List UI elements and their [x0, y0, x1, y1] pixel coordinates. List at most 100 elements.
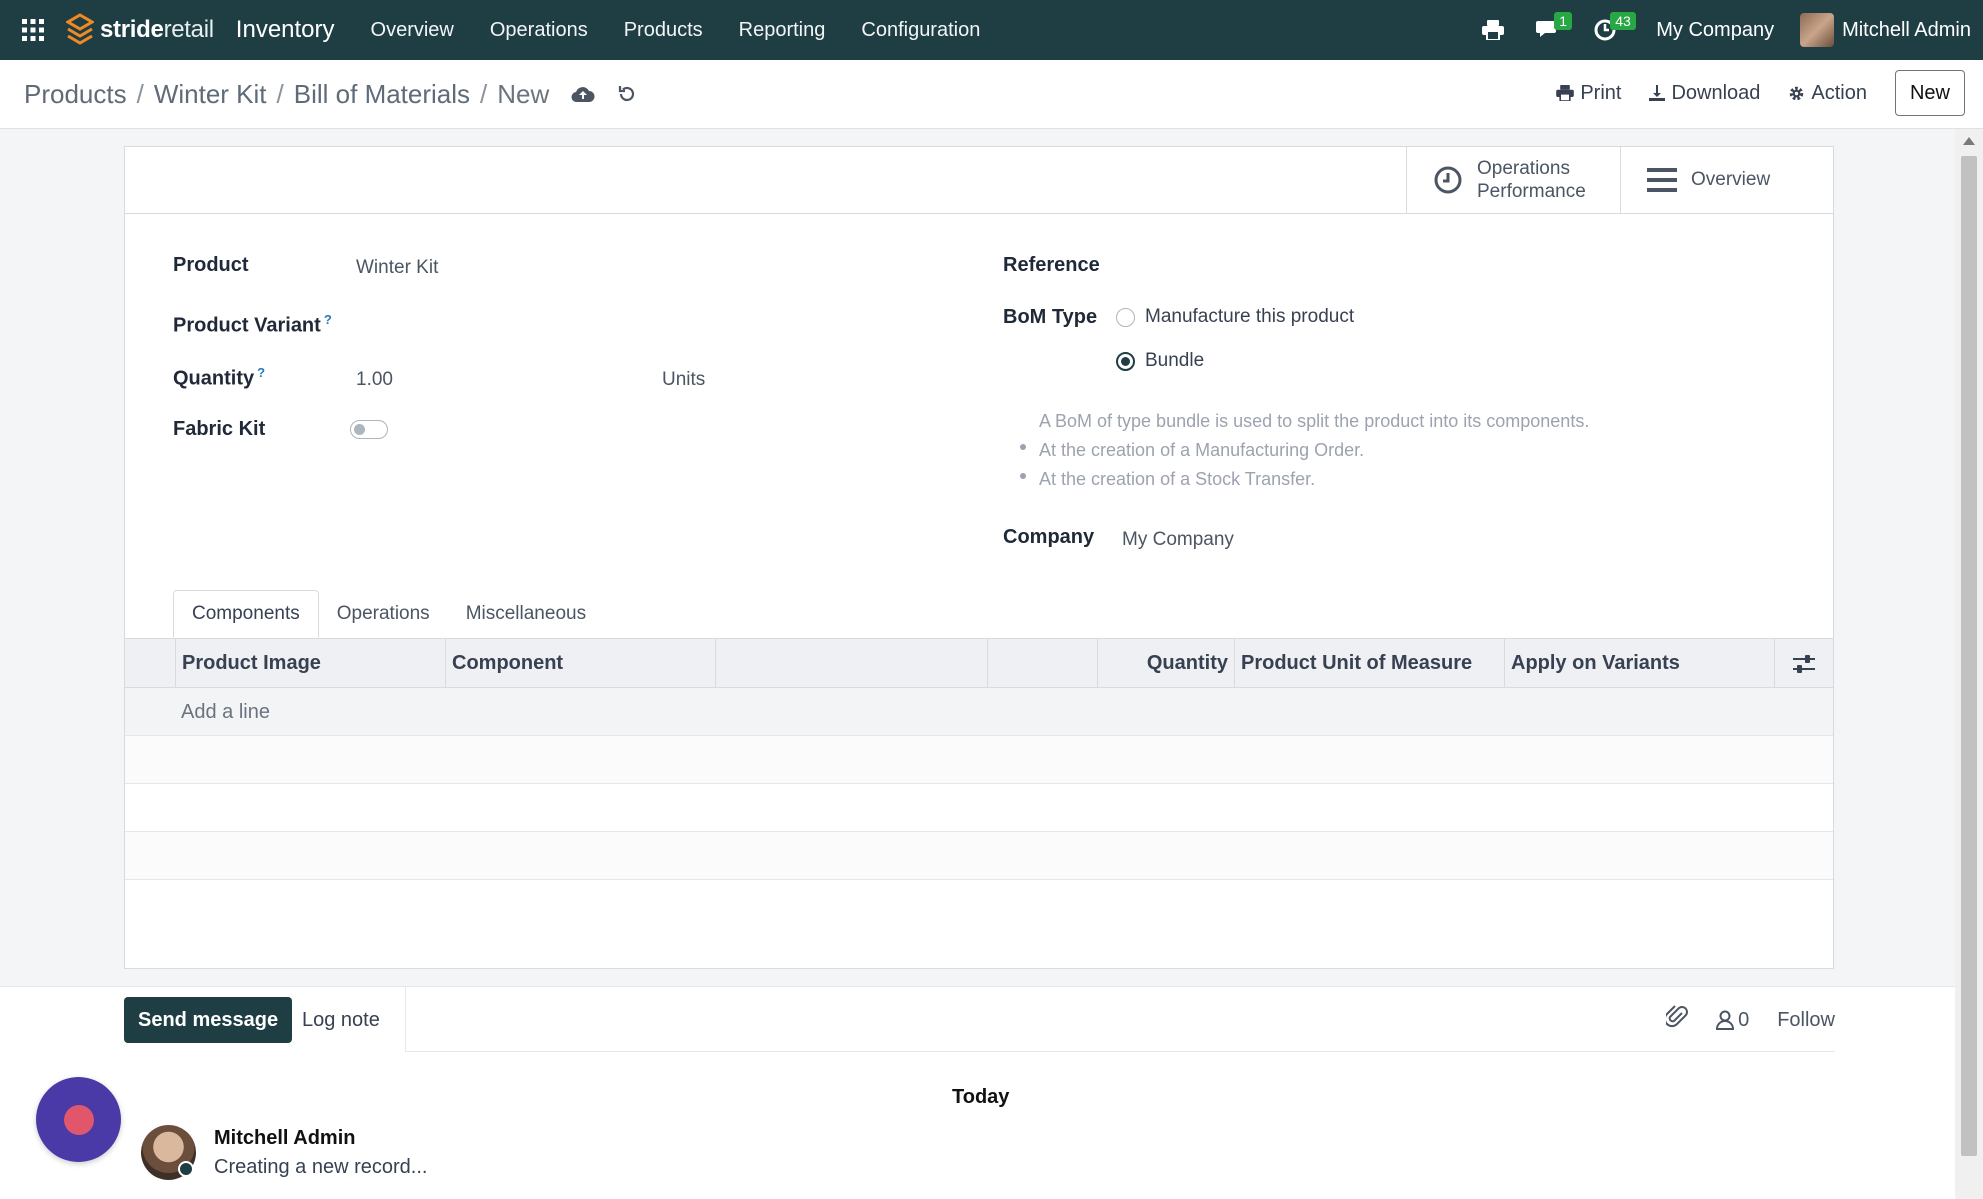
reference-field[interactable] [1115, 251, 1795, 279]
scroll-up-icon[interactable] [1963, 137, 1975, 145]
bom-type-bundle-radio[interactable] [1116, 352, 1135, 371]
message-body: Creating a new record... [214, 1156, 428, 1178]
tab-components[interactable]: Components [173, 590, 319, 638]
column-unit-of-measure[interactable]: Product Unit of Measure [1234, 639, 1504, 688]
bom-type-bundle-label[interactable]: Bundle [1145, 350, 1204, 372]
logo-mark-icon [66, 13, 94, 45]
menu-overview[interactable]: Overview [371, 19, 454, 42]
message-author[interactable]: Mitchell Admin [214, 1127, 355, 1150]
breadcrumb-winter-kit[interactable]: Winter Kit [154, 79, 267, 110]
table-header: Product Image Component Quantity Product… [125, 639, 1833, 688]
bundle-help-point: At the creation of a Manufacturing Order… [1039, 440, 1365, 460]
top-navbar: strideretail Inventory Overview Operatio… [0, 0, 1983, 60]
record-icon [63, 1104, 94, 1135]
reference-label: Reference [1003, 254, 1100, 276]
column-blank[interactable] [715, 639, 987, 688]
user-menu[interactable]: Mitchell Admin [1800, 13, 1971, 47]
scrollbar[interactable] [1955, 129, 1983, 1199]
table-row [125, 784, 1833, 832]
chatter: Send message Log note 0 Follow Today Mit… [0, 986, 1955, 1199]
table-row: Add a line [125, 688, 1833, 736]
record-button[interactable] [36, 1077, 121, 1162]
bullet [1020, 444, 1026, 450]
follow-button[interactable]: Follow [1777, 1009, 1835, 1032]
brand-logo[interactable]: strideretail [66, 13, 214, 47]
followers-count: 0 [1738, 1008, 1750, 1031]
help-icon[interactable]: ? [257, 365, 265, 380]
divider [125, 213, 1833, 214]
clock-icon [1434, 166, 1462, 194]
followers-button[interactable]: 0 [1716, 1009, 1749, 1032]
activities-badge: 43 [1610, 12, 1636, 30]
discard-icon[interactable] [617, 84, 637, 104]
bullet [1020, 473, 1026, 479]
help-icon[interactable]: ? [324, 312, 332, 327]
breadcrumb-separator: / [136, 78, 144, 109]
scrollbar-thumb[interactable] [1961, 156, 1977, 1156]
column-blank[interactable] [987, 639, 1097, 688]
company-switcher[interactable]: My Company [1656, 19, 1774, 42]
smart-button-box: Operations Performance Overview [1406, 147, 1833, 213]
tab-operations[interactable]: Operations [319, 590, 448, 638]
column-apply-on-variants[interactable]: Apply on Variants [1504, 639, 1774, 688]
printer-icon[interactable] [1472, 0, 1514, 60]
list-icon [1647, 168, 1677, 192]
column-product-image[interactable]: Product Image [175, 639, 445, 688]
clock-icon[interactable]: 43 [1584, 0, 1636, 60]
new-button[interactable]: New [1894, 70, 1965, 116]
overview-button[interactable]: Overview [1620, 147, 1833, 213]
fabric-kit-label: Fabric Kit [173, 418, 266, 440]
operations-performance-line2: Performance [1477, 181, 1586, 202]
cloud-upload-icon[interactable] [571, 85, 595, 103]
download-icon [1649, 85, 1666, 101]
breadcrumb-separator: / [276, 78, 284, 109]
column-quantity[interactable]: Quantity [1097, 639, 1234, 688]
fabric-kit-toggle[interactable] [350, 420, 388, 439]
download-button[interactable]: Download [1649, 82, 1760, 105]
bom-type-label: BoM Type [1003, 306, 1098, 328]
paperclip-icon[interactable] [1664, 1005, 1689, 1035]
bom-type-manufacture-label[interactable]: Manufacture this product [1145, 306, 1354, 328]
product-field[interactable]: Winter Kit [356, 257, 438, 279]
chat-icon[interactable]: 1 [1528, 0, 1573, 60]
breadcrumb-bill-of-materials[interactable]: Bill of Materials [294, 79, 470, 110]
quantity-field[interactable]: 1.00 [356, 369, 393, 391]
print-button[interactable]: Print [1556, 82, 1621, 105]
operations-performance-button[interactable]: Operations Performance [1406, 147, 1620, 213]
bom-type-manufacture-radio[interactable] [1116, 308, 1135, 327]
printer-icon [1556, 85, 1575, 101]
send-message-button[interactable]: Send message [124, 997, 293, 1043]
breadcrumb-current: New [497, 78, 550, 109]
menu-operations[interactable]: Operations [490, 19, 588, 42]
components-table: Product Image Component Quantity Product… [125, 639, 1833, 880]
company-field[interactable]: My Company [1122, 529, 1234, 551]
breadcrumb-products[interactable]: Products [24, 79, 127, 110]
user-name: Mitchell Admin [1842, 18, 1971, 41]
online-status-icon [178, 1161, 194, 1177]
add-line-link[interactable]: Add a line [181, 688, 270, 736]
gear-icon [1790, 86, 1804, 100]
menu-products[interactable]: Products [624, 19, 703, 42]
uom-field[interactable]: Units [662, 369, 705, 391]
messages-badge: 1 [1554, 12, 1573, 30]
column-component[interactable]: Component [445, 639, 715, 688]
bundle-help-text: A BoM of type bundle is used to split th… [1039, 411, 1590, 431]
log-note-button[interactable]: Log note [290, 997, 392, 1043]
tab-miscellaneous[interactable]: Miscellaneous [448, 590, 604, 638]
logo-text: strideretail [100, 16, 214, 43]
menu-reporting[interactable]: Reporting [739, 19, 826, 42]
bundle-help-point: At the creation of a Stock Transfer. [1039, 469, 1316, 489]
product-variant-field[interactable] [356, 312, 936, 338]
toggle-knob [354, 424, 365, 435]
company-label: Company [1003, 526, 1095, 548]
table-row [125, 832, 1833, 880]
form-sheet: Operations Performance Overview Product … [124, 146, 1834, 969]
app-name[interactable]: Inventory [236, 16, 335, 44]
menu-configuration[interactable]: Configuration [861, 19, 980, 42]
table-row [125, 736, 1833, 784]
apps-grid-icon[interactable] [0, 0, 66, 60]
action-button[interactable]: Action [1788, 82, 1867, 105]
quantity-label: Quantity? [173, 365, 266, 390]
divider [405, 987, 406, 1051]
optional-columns-toggle[interactable] [1774, 639, 1833, 688]
